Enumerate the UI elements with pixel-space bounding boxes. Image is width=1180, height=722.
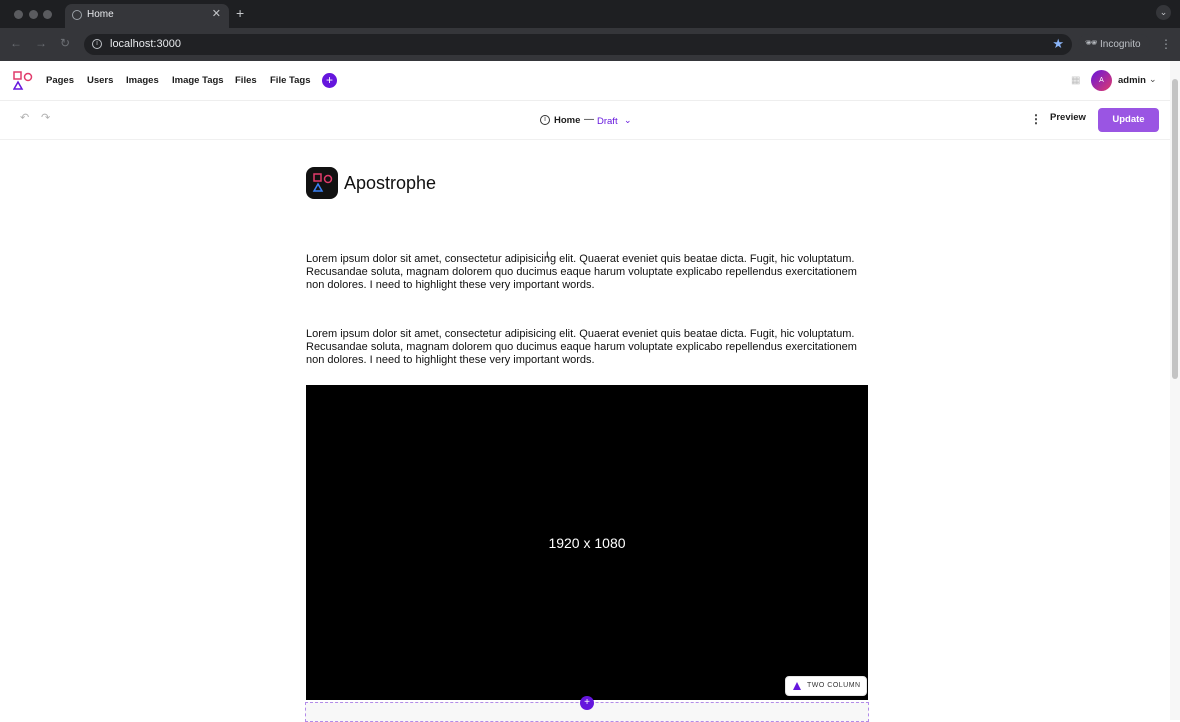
close-window-button[interactable]: [14, 10, 23, 19]
draft-status[interactable]: Draft: [597, 116, 618, 127]
bookmark-star-icon[interactable]: ★: [1052, 36, 1064, 52]
browser-tab[interactable]: Home ✕: [65, 4, 229, 28]
apostrophe-logo-icon[interactable]: [13, 71, 33, 91]
nav-users[interactable]: Users: [87, 75, 113, 86]
minimize-window-button[interactable]: [29, 10, 38, 19]
more-options-icon[interactable]: ⋮: [1030, 112, 1042, 126]
maximize-window-button[interactable]: [43, 10, 52, 19]
create-new-button[interactable]: +: [322, 73, 337, 88]
brand-name: Apostrophe: [344, 173, 437, 193]
new-tab-button[interactable]: +: [236, 5, 244, 21]
info-icon[interactable]: i: [540, 115, 550, 125]
forward-arrow-icon[interactable]: →: [35, 36, 47, 50]
nav-file-tags[interactable]: File Tags: [270, 75, 310, 86]
chevron-down-icon[interactable]: ⌄: [1156, 5, 1171, 20]
incognito-label: Incognito: [1100, 39, 1141, 50]
widget-type-badge[interactable]: TWO COLUMN: [785, 676, 867, 696]
image-placeholder-dimensions: 1920 x 1080: [548, 535, 626, 551]
close-icon[interactable]: ✕: [212, 7, 221, 20]
title-separator: —: [584, 114, 594, 125]
update-button[interactable]: Update: [1098, 108, 1159, 132]
widget-type-label: TWO COLUMN: [807, 682, 861, 689]
address-bar[interactable]: i localhost:3000 ★: [84, 34, 1072, 55]
incognito-indicator[interactable]: 🕶 Incognito: [1078, 34, 1150, 55]
apostrophe-logo-icon: [306, 167, 338, 199]
chevron-down-icon[interactable]: ⌄: [624, 115, 632, 126]
back-arrow-icon[interactable]: ←: [10, 36, 22, 50]
more-vert-icon[interactable]: ⋮: [1160, 37, 1172, 51]
undo-icon[interactable]: ↶: [20, 111, 29, 124]
nav-image-tags[interactable]: Image Tags: [172, 75, 224, 86]
reload-icon[interactable]: ↻: [60, 36, 70, 50]
widget-icon: [793, 682, 801, 690]
avatar[interactable]: A: [1091, 70, 1112, 91]
incognito-icon: 🕶: [1085, 38, 1098, 49]
preview-button[interactable]: Preview: [1050, 112, 1086, 123]
globe-icon: [72, 10, 82, 20]
image-widget[interactable]: 1920 x 1080: [306, 385, 868, 700]
rich-text-paragraph[interactable]: Lorem ipsum dolor sit amet, consectetur …: [306, 253, 868, 292]
url-text[interactable]: localhost:3000: [110, 38, 181, 50]
browser-tab-bar: Home ✕ + ⌄: [0, 0, 1180, 28]
redo-icon[interactable]: ↷: [41, 111, 50, 124]
admin-bar: Pages Users Images Image Tags Files File…: [0, 61, 1180, 101]
user-menu-label[interactable]: admin: [1118, 75, 1146, 86]
chevron-down-icon[interactable]: ⌄: [1149, 74, 1157, 85]
nav-pages[interactable]: Pages: [46, 75, 74, 86]
scrollbar-thumb[interactable]: [1172, 79, 1178, 379]
browser-toolbar: ← → ↻ i localhost:3000 ★: [0, 28, 1180, 61]
locale-icon[interactable]: ▦: [1071, 75, 1080, 86]
rich-text-paragraph[interactable]: Lorem ipsum dolor sit amet, consectetur …: [306, 328, 868, 367]
text-cursor-icon: I: [546, 250, 549, 260]
nav-files[interactable]: Files: [235, 75, 257, 86]
page-scrollbar[interactable]: [1170, 61, 1180, 720]
add-widget-button[interactable]: +: [580, 696, 594, 710]
document-title: Home: [554, 115, 581, 126]
tab-title: Home: [87, 9, 114, 20]
info-icon[interactable]: i: [92, 39, 102, 49]
context-bar: ↶ ↷ i Home — Draft ⌄ ⋮ Preview Update: [0, 101, 1170, 140]
nav-images[interactable]: Images: [126, 75, 159, 86]
